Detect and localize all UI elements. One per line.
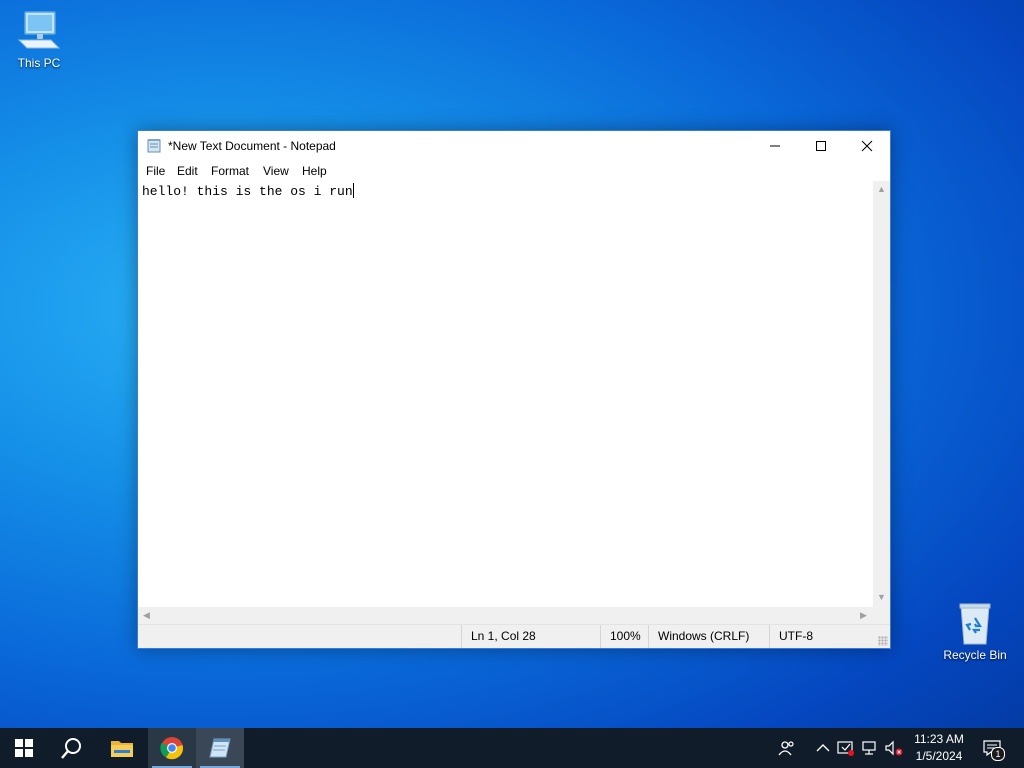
desktop-icon-label: This PC [17,56,61,70]
close-button[interactable] [844,131,890,161]
start-icon [15,739,33,757]
notepad-icon [147,138,162,153]
computer-icon [15,10,63,54]
notification-badge: 1 [991,747,1005,761]
menu-help[interactable]: Help [302,164,327,178]
menu-file[interactable]: File [146,164,165,178]
maximize-button[interactable] [798,131,844,161]
action-center-icon[interactable]: 1 [982,738,1005,761]
scrollbar-corner [873,607,890,624]
scroll-right-icon[interactable]: ▶ [860,611,867,620]
text-editor[interactable]: hello! this is the os i run [138,181,873,607]
menu-edit[interactable]: Edit [177,164,198,178]
title-bar[interactable]: *New Text Document - Notepad [138,131,890,161]
menu-format[interactable]: Format [211,164,249,178]
search-icon [61,738,81,759]
window-title: *New Text Document - Notepad [168,139,336,153]
file-explorer-icon [111,741,133,757]
file-explorer-button[interactable] [98,728,146,768]
clock-date: 1/5/2024 [915,749,963,763]
resize-grip[interactable] [878,636,888,646]
scroll-down-icon[interactable]: ▼ [877,593,886,602]
menu-bar: File Edit Format View Help [138,162,890,182]
editor-content: hello! this is the os i run [142,184,353,199]
status-bar: Ln 1, Col 28 100% Windows (CRLF) UTF-8 [138,624,890,648]
chevron-up-icon[interactable] [813,738,833,758]
status-zoom: 100% [600,625,652,648]
status-encoding: UTF-8 [769,625,879,648]
system-clock[interactable]: 11:23 AM 1/5/2024 [906,731,972,765]
status-line-endings: Windows (CRLF) [648,625,766,648]
maximize-icon [816,141,826,151]
status-cursor-position: Ln 1, Col 28 [461,625,601,648]
horizontal-scrollbar[interactable]: ◀ ▶ [138,607,873,624]
security-icon[interactable] [836,738,856,758]
start-button[interactable] [0,728,48,768]
close-icon [861,140,873,152]
desktop-icon-this-pc[interactable]: This PC [4,10,74,70]
taskbar: 11:23 AM 1/5/2024 1 [0,728,1024,768]
network-icon[interactable] [860,738,880,758]
text-caret [352,183,354,198]
scroll-left-icon[interactable]: ◀ [143,611,150,620]
menu-view[interactable]: View [263,164,289,178]
people-icon[interactable] [777,738,797,758]
vertical-scrollbar[interactable]: ▲ ▼ [873,181,890,607]
search-button[interactable] [48,728,96,768]
volume-muted-icon[interactable] [884,738,904,758]
desktop-icon-label: Recycle Bin [943,648,1007,662]
notepad-taskbar-button[interactable] [196,728,244,768]
recycle-bin-icon [951,602,999,646]
chrome-icon [160,737,184,760]
desktop-icon-recycle-bin[interactable]: Recycle Bin [940,602,1010,662]
minimize-icon [770,145,780,147]
minimize-button[interactable] [752,131,798,161]
notepad-window: *New Text Document - Notepad File Edit F… [137,130,891,649]
clock-time: 11:23 AM [914,732,964,746]
chrome-button[interactable] [148,728,196,768]
scroll-up-icon[interactable]: ▲ [877,185,886,194]
notepad-icon [209,738,231,758]
